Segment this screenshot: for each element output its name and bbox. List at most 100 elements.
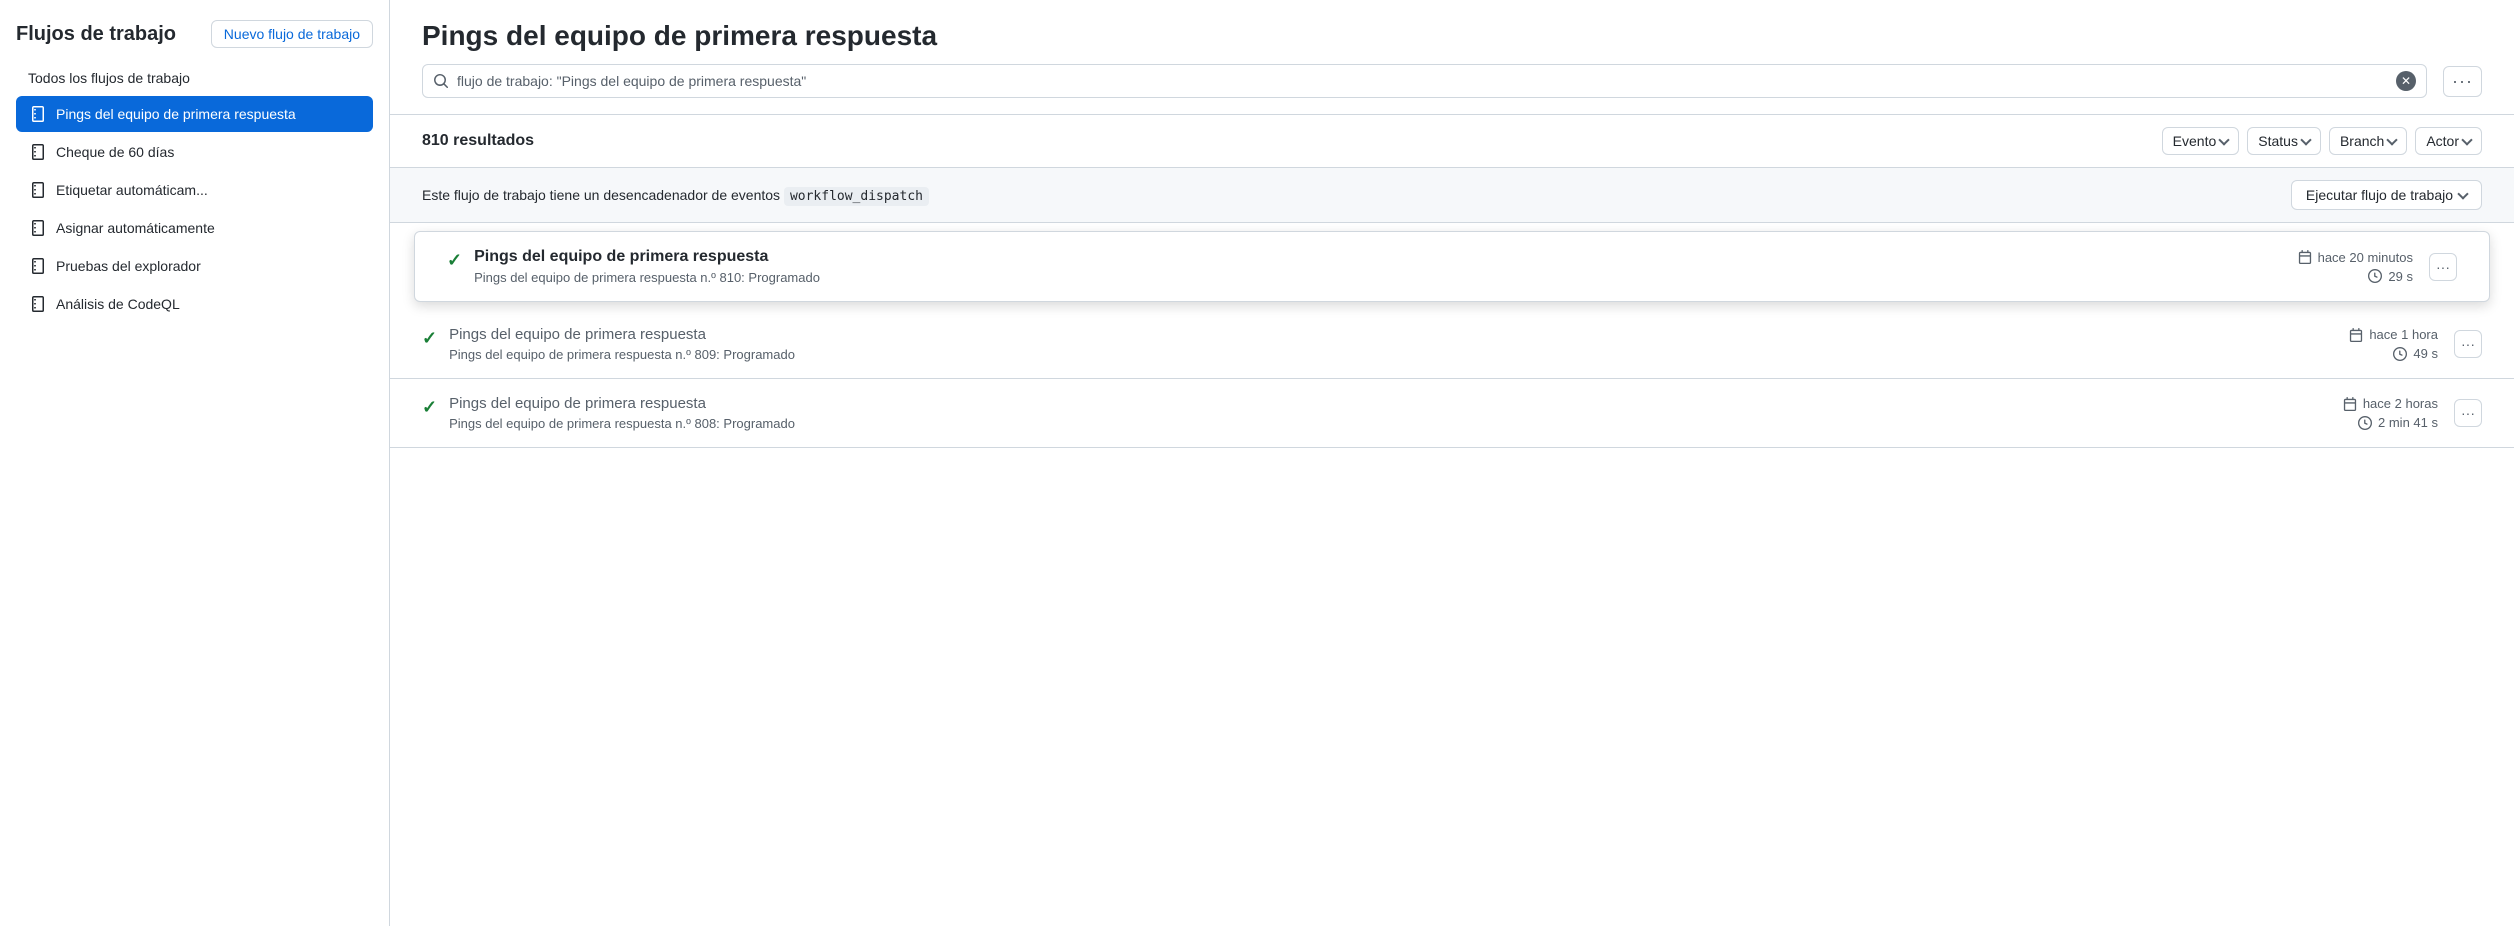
chevron-down-icon [2461, 134, 2472, 145]
workflow-icon [28, 142, 48, 162]
sidebar-nav: Pings del equipo de primera respuesta Ch… [16, 96, 373, 322]
chevron-down-icon [2387, 134, 2398, 145]
filter-btn-branch[interactable]: Branch [2329, 127, 2407, 155]
table-row[interactable]: ✓ Pings del equipo de primera respuesta … [390, 379, 2514, 448]
run-title: Pings del equipo de primera respuesta [449, 395, 795, 412]
sidebar-item-pings[interactable]: Pings del equipo de primera respuesta [16, 96, 373, 132]
search-input[interactable] [457, 73, 2388, 89]
execute-workflow-button[interactable]: Ejecutar flujo de trabajo [2291, 180, 2482, 210]
run-duration: 2 min 41 s [2358, 415, 2438, 430]
run-more-button[interactable]: ··· [2429, 253, 2457, 281]
workflow-icon [28, 218, 48, 238]
sidebar-header: Flujos de trabajo Nuevo flujo de trabajo [16, 20, 373, 48]
run-status-icon: ✓ [422, 395, 437, 418]
run-meta: hace 2 horas 2 min 41 s [2343, 396, 2438, 430]
chevron-down-icon [2457, 188, 2468, 199]
results-count: 810 resultados [422, 132, 534, 150]
run-more-button[interactable]: ··· [2454, 330, 2482, 358]
table-row[interactable]: ✓ Pings del equipo de primera respuesta … [414, 231, 2490, 302]
success-check-icon: ✓ [422, 328, 437, 349]
run-info: Pings del equipo de primera respuesta Pi… [449, 395, 795, 431]
filter-label-evento: Evento [2173, 133, 2217, 149]
dispatch-banner: Este flujo de trabajo tiene un desencade… [390, 168, 2514, 223]
run-info: Pings del equipo de primera respuesta Pi… [474, 248, 820, 285]
runs-list: ✓ Pings del equipo de primera respuesta … [390, 231, 2514, 448]
dispatch-text: Este flujo de trabajo tiene un desencade… [422, 187, 929, 204]
filter-label-status: Status [2258, 133, 2298, 149]
run-status-icon: ✓ [447, 248, 462, 271]
sidebar-item-label: Etiquetar automáticam... [56, 182, 208, 198]
new-workflow-button[interactable]: Nuevo flujo de trabajo [211, 20, 373, 48]
success-check-icon: ✓ [447, 250, 462, 271]
results-toolbar: 810 resultados Evento Status Branch Actor [390, 115, 2514, 168]
workflow-icon [28, 104, 48, 124]
chevron-down-icon [2219, 134, 2230, 145]
page-title: Pings del equipo de primera respuesta [422, 20, 2482, 52]
dispatch-code: workflow_dispatch [784, 187, 929, 206]
search-more-button[interactable]: ··· [2443, 66, 2482, 97]
run-time: hace 1 hora [2349, 327, 2438, 342]
run-status-icon: ✓ [422, 326, 437, 349]
sidebar: Flujos de trabajo Nuevo flujo de trabajo… [0, 0, 390, 926]
clock-icon [2358, 416, 2372, 430]
main-content: Pings del equipo de primera respuesta ✕ … [390, 0, 2514, 926]
filter-btn-actor[interactable]: Actor [2415, 127, 2482, 155]
run-meta: hace 20 minutos 29 s [2298, 250, 2413, 284]
run-right-run2: hace 1 hora 49 s ··· [2349, 327, 2482, 361]
run-duration-value: 2 min 41 s [2378, 415, 2438, 430]
sidebar-item-etiquetar[interactable]: Etiquetar automáticam... [16, 172, 373, 208]
sidebar-item-label: Asignar automáticamente [56, 220, 215, 236]
sidebar-item-label: Pruebas del explorador [56, 258, 201, 274]
run-duration: 29 s [2368, 269, 2413, 284]
workflow-icon [28, 294, 48, 314]
run-duration: 49 s [2393, 346, 2438, 361]
table-row[interactable]: ✓ Pings del equipo de primera respuesta … [390, 310, 2514, 379]
run-subtitle: Pings del equipo de primera respuesta n.… [449, 347, 795, 362]
sidebar-item-label: Cheque de 60 días [56, 144, 174, 160]
sidebar-item-asignar[interactable]: Asignar automáticamente [16, 210, 373, 246]
sidebar-all-workflows[interactable]: Todos los flujos de trabajo [16, 64, 373, 92]
run-right-run3: hace 2 horas 2 min 41 s ··· [2343, 396, 2482, 430]
filter-btn-status[interactable]: Status [2247, 127, 2321, 155]
search-bar: ✕ [422, 64, 2427, 98]
sidebar-item-label: Pings del equipo de primera respuesta [56, 106, 296, 122]
run-title: Pings del equipo de primera respuesta [449, 326, 795, 343]
run-subtitle: Pings del equipo de primera respuesta n.… [449, 416, 795, 431]
run-left-run2: ✓ Pings del equipo de primera respuesta … [422, 326, 795, 362]
run-right-run1: hace 20 minutos 29 s ··· [2298, 250, 2457, 284]
workflow-icon [28, 180, 48, 200]
run-duration-value: 29 s [2388, 269, 2413, 284]
run-meta: hace 1 hora 49 s [2349, 327, 2438, 361]
run-time-value: hace 2 horas [2363, 396, 2438, 411]
sidebar-title: Flujos de trabajo [16, 23, 176, 46]
success-check-icon: ✓ [422, 397, 437, 418]
search-clear-button[interactable]: ✕ [2396, 71, 2416, 91]
run-left-run3: ✓ Pings del equipo de primera respuesta … [422, 395, 795, 431]
clock-icon [2393, 347, 2407, 361]
filter-label-actor: Actor [2426, 133, 2459, 149]
sidebar-item-codeql[interactable]: Análisis de CodeQL [16, 286, 373, 322]
results-area: 810 resultados Evento Status Branch Actor E… [390, 115, 2514, 926]
calendar-icon [2343, 397, 2357, 411]
sidebar-item-pruebas[interactable]: Pruebas del explorador [16, 248, 373, 284]
workflow-icon [28, 256, 48, 276]
run-time: hace 20 minutos [2298, 250, 2413, 265]
search-icon [433, 73, 449, 89]
filter-label-branch: Branch [2340, 133, 2384, 149]
filter-buttons: Evento Status Branch Actor [2162, 127, 2482, 155]
run-more-button[interactable]: ··· [2454, 399, 2482, 427]
sidebar-item-cheque[interactable]: Cheque de 60 días [16, 134, 373, 170]
run-subtitle: Pings del equipo de primera respuesta n.… [474, 270, 820, 285]
clock-icon [2368, 269, 2382, 283]
chevron-down-icon [2300, 134, 2311, 145]
calendar-icon [2349, 328, 2363, 342]
main-header: Pings del equipo de primera respuesta ✕ … [390, 0, 2514, 115]
search-bar-inner [433, 73, 2388, 89]
run-time-value: hace 1 hora [2369, 327, 2438, 342]
sidebar-item-label: Análisis de CodeQL [56, 296, 180, 312]
filter-btn-evento[interactable]: Evento [2162, 127, 2240, 155]
run-time: hace 2 horas [2343, 396, 2438, 411]
run-time-value: hace 20 minutos [2318, 250, 2413, 265]
run-duration-value: 49 s [2413, 346, 2438, 361]
calendar-icon [2298, 250, 2312, 264]
